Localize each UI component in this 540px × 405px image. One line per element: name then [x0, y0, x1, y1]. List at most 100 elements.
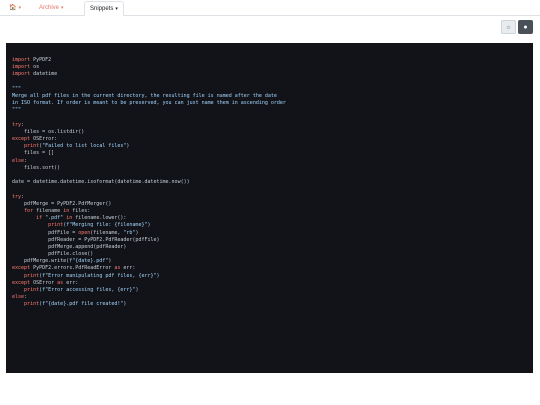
code-line: except PyPDF2.errors.PdfReadError as err… [12, 265, 527, 272]
code-token: """ [12, 107, 22, 114]
tab-home[interactable]: 🏠 ▾ [4, 1, 26, 16]
code-token: date = datetime.datetime.isoformat(datet… [12, 179, 190, 186]
nav-tabs: 🏠 ▾ Archive ▾ Snippets ▾ [0, 0, 540, 16]
code-token: (filename, [90, 229, 124, 236]
code-line: print(f"{date}.pdf file created!") [12, 301, 527, 308]
code-token: os [30, 64, 40, 71]
code-token: ("Failed to list local files") [39, 143, 130, 150]
tab-archive[interactable]: Archive ▾ [34, 1, 69, 16]
code-token: import [12, 57, 31, 63]
tab-snippets-label: Snippets [90, 6, 114, 12]
code-line: pdfFile = open(filename, "rb") [12, 230, 527, 237]
code-token: pdfMerge.write( [12, 258, 70, 265]
code-token: filename.lower(): [72, 215, 127, 222]
code-token: pdfFile.close() [12, 251, 94, 258]
code-token: else [12, 157, 25, 164]
code-line: print(f"Error manipulating pdf files, {e… [12, 273, 527, 280]
code-token: ) [108, 258, 112, 265]
code-line: try: [12, 122, 527, 129]
code-line: import os [12, 64, 527, 71]
code-token: (f"{date}.pdf file created!") [39, 301, 127, 308]
code-line: else: [12, 158, 527, 165]
code-block: import PyPDF2 import os import datetime """… [6, 43, 533, 373]
code-token: err: [120, 265, 136, 272]
code-token: in ISO format. If order is meant to be p… [12, 100, 286, 107]
code-token: except [12, 279, 31, 286]
chevron-down-icon: ▾ [115, 6, 118, 12]
code-token: : [24, 294, 28, 301]
code-line: import datetime [12, 71, 527, 78]
code-token: : [21, 193, 25, 200]
code-listing: import PyPDF2 import os import datetime """… [12, 57, 527, 309]
code-line: """ [12, 107, 527, 114]
code-line: for filename in files: [12, 208, 527, 215]
code-token: for [24, 207, 34, 214]
code-token: print [24, 143, 40, 150]
code-line: else: [12, 294, 527, 301]
code-token: else [12, 294, 25, 301]
code-token: except [12, 265, 31, 272]
code-line: try: [12, 194, 527, 201]
code-token: pdfMerge = PyPDF2.PdfMerger() [12, 200, 112, 207]
chevron-down-icon: ▾ [61, 5, 64, 11]
code-line: pdfMerge = PyPDF2.PdfMerger() [12, 201, 527, 208]
code-token: (f"Merging file: {filename}") [63, 222, 151, 229]
code-token: print [48, 222, 64, 229]
code-token: ".pdf" [42, 215, 64, 222]
code-token: print [24, 301, 40, 308]
code-token: except [12, 136, 31, 143]
code-line: except OSError: [12, 136, 527, 143]
code-line: date = datetime.datetime.isoformat(datet… [12, 179, 527, 186]
code-line: pdfFile.close() [12, 251, 527, 258]
code-token: OSError [30, 279, 58, 286]
code-line: files = [] [12, 150, 527, 157]
dark-theme-button[interactable]: ● [518, 20, 533, 34]
theme-toggle: ☼ ● [501, 20, 534, 34]
code-token: datetime [30, 71, 58, 78]
light-theme-button[interactable]: ☼ [501, 20, 516, 34]
code-token: import [12, 71, 31, 78]
code-line: files.sort() [12, 165, 527, 172]
code-token: OSError: [30, 136, 58, 143]
code-token: in [63, 215, 73, 222]
code-token: print [24, 287, 40, 293]
moon-icon: ● [523, 24, 528, 31]
code-line: pdfMerge.append(pdfReader) [12, 244, 527, 251]
code-token: err: [63, 279, 79, 286]
home-icon: 🏠 [9, 5, 17, 11]
code-line: except OSError as err: [12, 280, 527, 287]
code-token: try [12, 121, 22, 128]
code-token: PyPDF2.errors.PdfReadError [30, 265, 115, 272]
code-token: pdfMerge.append(pdfReader) [12, 243, 127, 250]
code-token: : [24, 157, 28, 164]
code-line: print("Failed to list local files") [12, 143, 527, 150]
code-line: pdfReader = PyPDF2.PdfReader(pdfFile) [12, 237, 527, 244]
code-line: in ISO format. If order is meant to be p… [12, 100, 527, 107]
code-token: open [78, 229, 91, 236]
tab-snippets[interactable]: Snippets ▾ [84, 1, 124, 16]
code-token: files = [] [12, 150, 55, 157]
code-token: files: [69, 207, 91, 214]
code-token: Merge all pdf files in the current direc… [12, 92, 277, 99]
code-token: files = os.listdir() [12, 128, 85, 135]
code-line: if ".pdf" in filename.lower(): [12, 215, 527, 222]
code-token: """ [12, 85, 22, 92]
tab-archive-label: Archive [39, 5, 60, 11]
code-line: files = os.listdir() [12, 129, 527, 136]
code-token: filename [33, 207, 64, 214]
code-token: try [12, 193, 22, 200]
code-line: print(f"Error accessing files, {err}") [12, 287, 527, 294]
code-line: pdfMerge.write(f"{date}.pdf") [12, 258, 527, 265]
code-token: (f"Error manipulating pdf files, {err}") [39, 272, 160, 279]
code-token: pdfReader = PyPDF2.PdfReader(pdfFile) [12, 236, 160, 243]
code-token: : [21, 121, 25, 128]
code-token: PyPDF2 [30, 57, 52, 63]
